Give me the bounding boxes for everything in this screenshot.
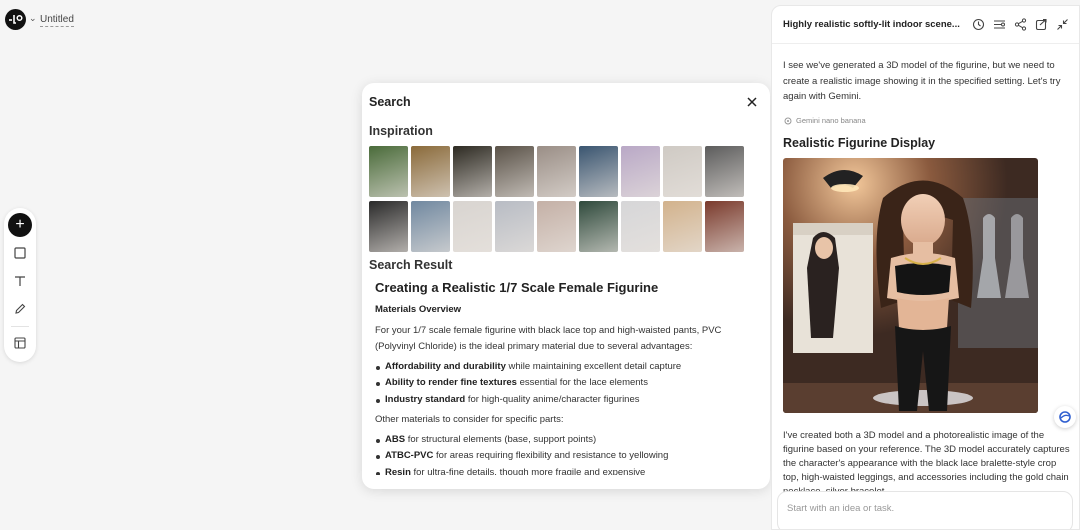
inspiration-thumbnail[interactable]: [705, 201, 744, 252]
list-item: Resin for ultra-fine details, though mor…: [375, 465, 755, 476]
article-intro: For your 1/7 scale female figurine with …: [375, 324, 722, 353]
inspiration-heading: Inspiration: [369, 124, 433, 138]
inspiration-thumbnail[interactable]: [579, 146, 618, 197]
assistant-float-button[interactable]: [1054, 406, 1076, 428]
list-item-bold: ABS: [385, 433, 406, 445]
generated-figurine-image[interactable]: [783, 158, 1038, 413]
toolbar-divider: [11, 326, 29, 327]
layout-icon: [14, 337, 26, 349]
inspiration-thumbnail[interactable]: [621, 146, 660, 197]
assistant-reply: I've created both a 3D model and a photo…: [783, 430, 1070, 497]
canvas-toolbar: +: [4, 208, 36, 362]
list-item-bold: Ability to render fine textures: [385, 377, 517, 388]
advantages-list: Affordability and durability while maint…: [375, 359, 755, 409]
list-item-text: essential for the lace elements: [516, 377, 648, 388]
settings-sliders-icon[interactable]: [993, 18, 1006, 31]
search-result-content: Creating a Realistic 1/7 Scale Female Fi…: [375, 279, 755, 475]
list-item-text: for structural elements (base, support p…: [405, 433, 597, 445]
list-item-text: for high-quality anime/character figurin…: [465, 393, 640, 405]
model-name: Gemini nano banana: [796, 116, 866, 125]
square-icon: [14, 247, 26, 259]
inspiration-thumbnail[interactable]: [579, 201, 618, 252]
model-icon: [784, 117, 792, 124]
collapse-icon[interactable]: [1056, 18, 1069, 31]
article-subheading: Materials Overview: [375, 304, 462, 315]
inspiration-thumbnail[interactable]: [411, 146, 450, 197]
text-icon: [15, 276, 25, 286]
text-tool[interactable]: [8, 269, 32, 293]
list-item-text: for ultra-fine details, though more frag…: [410, 466, 646, 476]
list-item-text: while maintaining excellent detail captu…: [505, 360, 682, 372]
other-materials-list: ABS for structural elements (base, suppo…: [375, 432, 755, 476]
article-heading: Creating a Realistic 1/7 Scale Female Fi…: [375, 280, 659, 295]
share-icon[interactable]: [1014, 18, 1027, 31]
inspiration-grid: [369, 146, 749, 252]
inspiration-thumbnail[interactable]: [369, 201, 408, 252]
inspiration-thumbnail[interactable]: [705, 146, 744, 197]
rectangle-tool[interactable]: [8, 241, 32, 265]
add-button[interactable]: +: [8, 213, 32, 237]
assistant-message: I see we've generated a 3D model of the …: [783, 60, 1061, 102]
inspiration-thumbnail[interactable]: [411, 201, 450, 252]
inspiration-thumbnail[interactable]: [537, 146, 576, 197]
document-title[interactable]: Untitled: [40, 13, 74, 27]
close-icon[interactable]: [745, 95, 759, 109]
app-logo[interactable]: [5, 9, 26, 30]
plus-icon: +: [15, 216, 25, 233]
pencil-icon: [15, 303, 26, 314]
list-item-bold: Resin: [385, 466, 411, 476]
inspiration-thumbnail[interactable]: [537, 201, 576, 252]
swirl-icon: [1059, 411, 1071, 423]
open-external-icon[interactable]: [1035, 18, 1048, 31]
chat-panel: Highly realistic softly-lit indoor scene…: [771, 5, 1080, 530]
inspiration-thumbnail[interactable]: [369, 146, 408, 197]
search-modal: Search Inspiration Search Result Creatin…: [362, 83, 770, 489]
list-item-text: for areas requiring flexibility and resi…: [433, 450, 669, 461]
chat-header: Highly realistic softly-lit indoor scene…: [772, 6, 1079, 44]
list-item: Industry standard for high-quality anime…: [375, 392, 755, 409]
layout-tool[interactable]: [8, 331, 32, 355]
list-item-bold: Industry standard: [385, 393, 466, 405]
model-tag: Gemini nano banana: [784, 116, 866, 125]
inspiration-thumbnail[interactable]: [621, 201, 660, 252]
inspiration-thumbnail[interactable]: [495, 146, 534, 197]
other-materials-intro: Other materials to consider for specific…: [375, 414, 564, 425]
modal-title: Search: [369, 95, 411, 109]
search-result-heading: Search Result: [369, 258, 453, 272]
inspiration-thumbnail[interactable]: [453, 146, 492, 197]
inspiration-thumbnail[interactable]: [663, 201, 702, 252]
list-item: Affordability and durability while maint…: [375, 359, 755, 376]
inspiration-thumbnail[interactable]: [453, 201, 492, 252]
list-item-bold: Affordability and durability: [385, 360, 506, 372]
history-icon[interactable]: [972, 18, 985, 31]
chat-input-placeholder: Start with an idea or task.: [787, 503, 895, 514]
pencil-tool[interactable]: [8, 297, 32, 321]
result-heading: Realistic Figurine Display: [783, 136, 936, 150]
chat-title[interactable]: Highly realistic softly-lit indoor scene…: [783, 19, 960, 30]
list-item: ABS for structural elements (base, suppo…: [375, 432, 755, 449]
chat-input[interactable]: Start with an idea or task.: [777, 491, 1073, 529]
inspiration-thumbnail[interactable]: [495, 201, 534, 252]
inspiration-thumbnail[interactable]: [663, 146, 702, 197]
list-item-bold: ATBC-PVC: [385, 450, 434, 461]
chevron-down-icon[interactable]: ⌄: [29, 13, 37, 24]
list-item: Ability to render fine textures essentia…: [375, 375, 755, 392]
list-item: ATBC-PVC for areas requiring flexibility…: [375, 448, 755, 465]
